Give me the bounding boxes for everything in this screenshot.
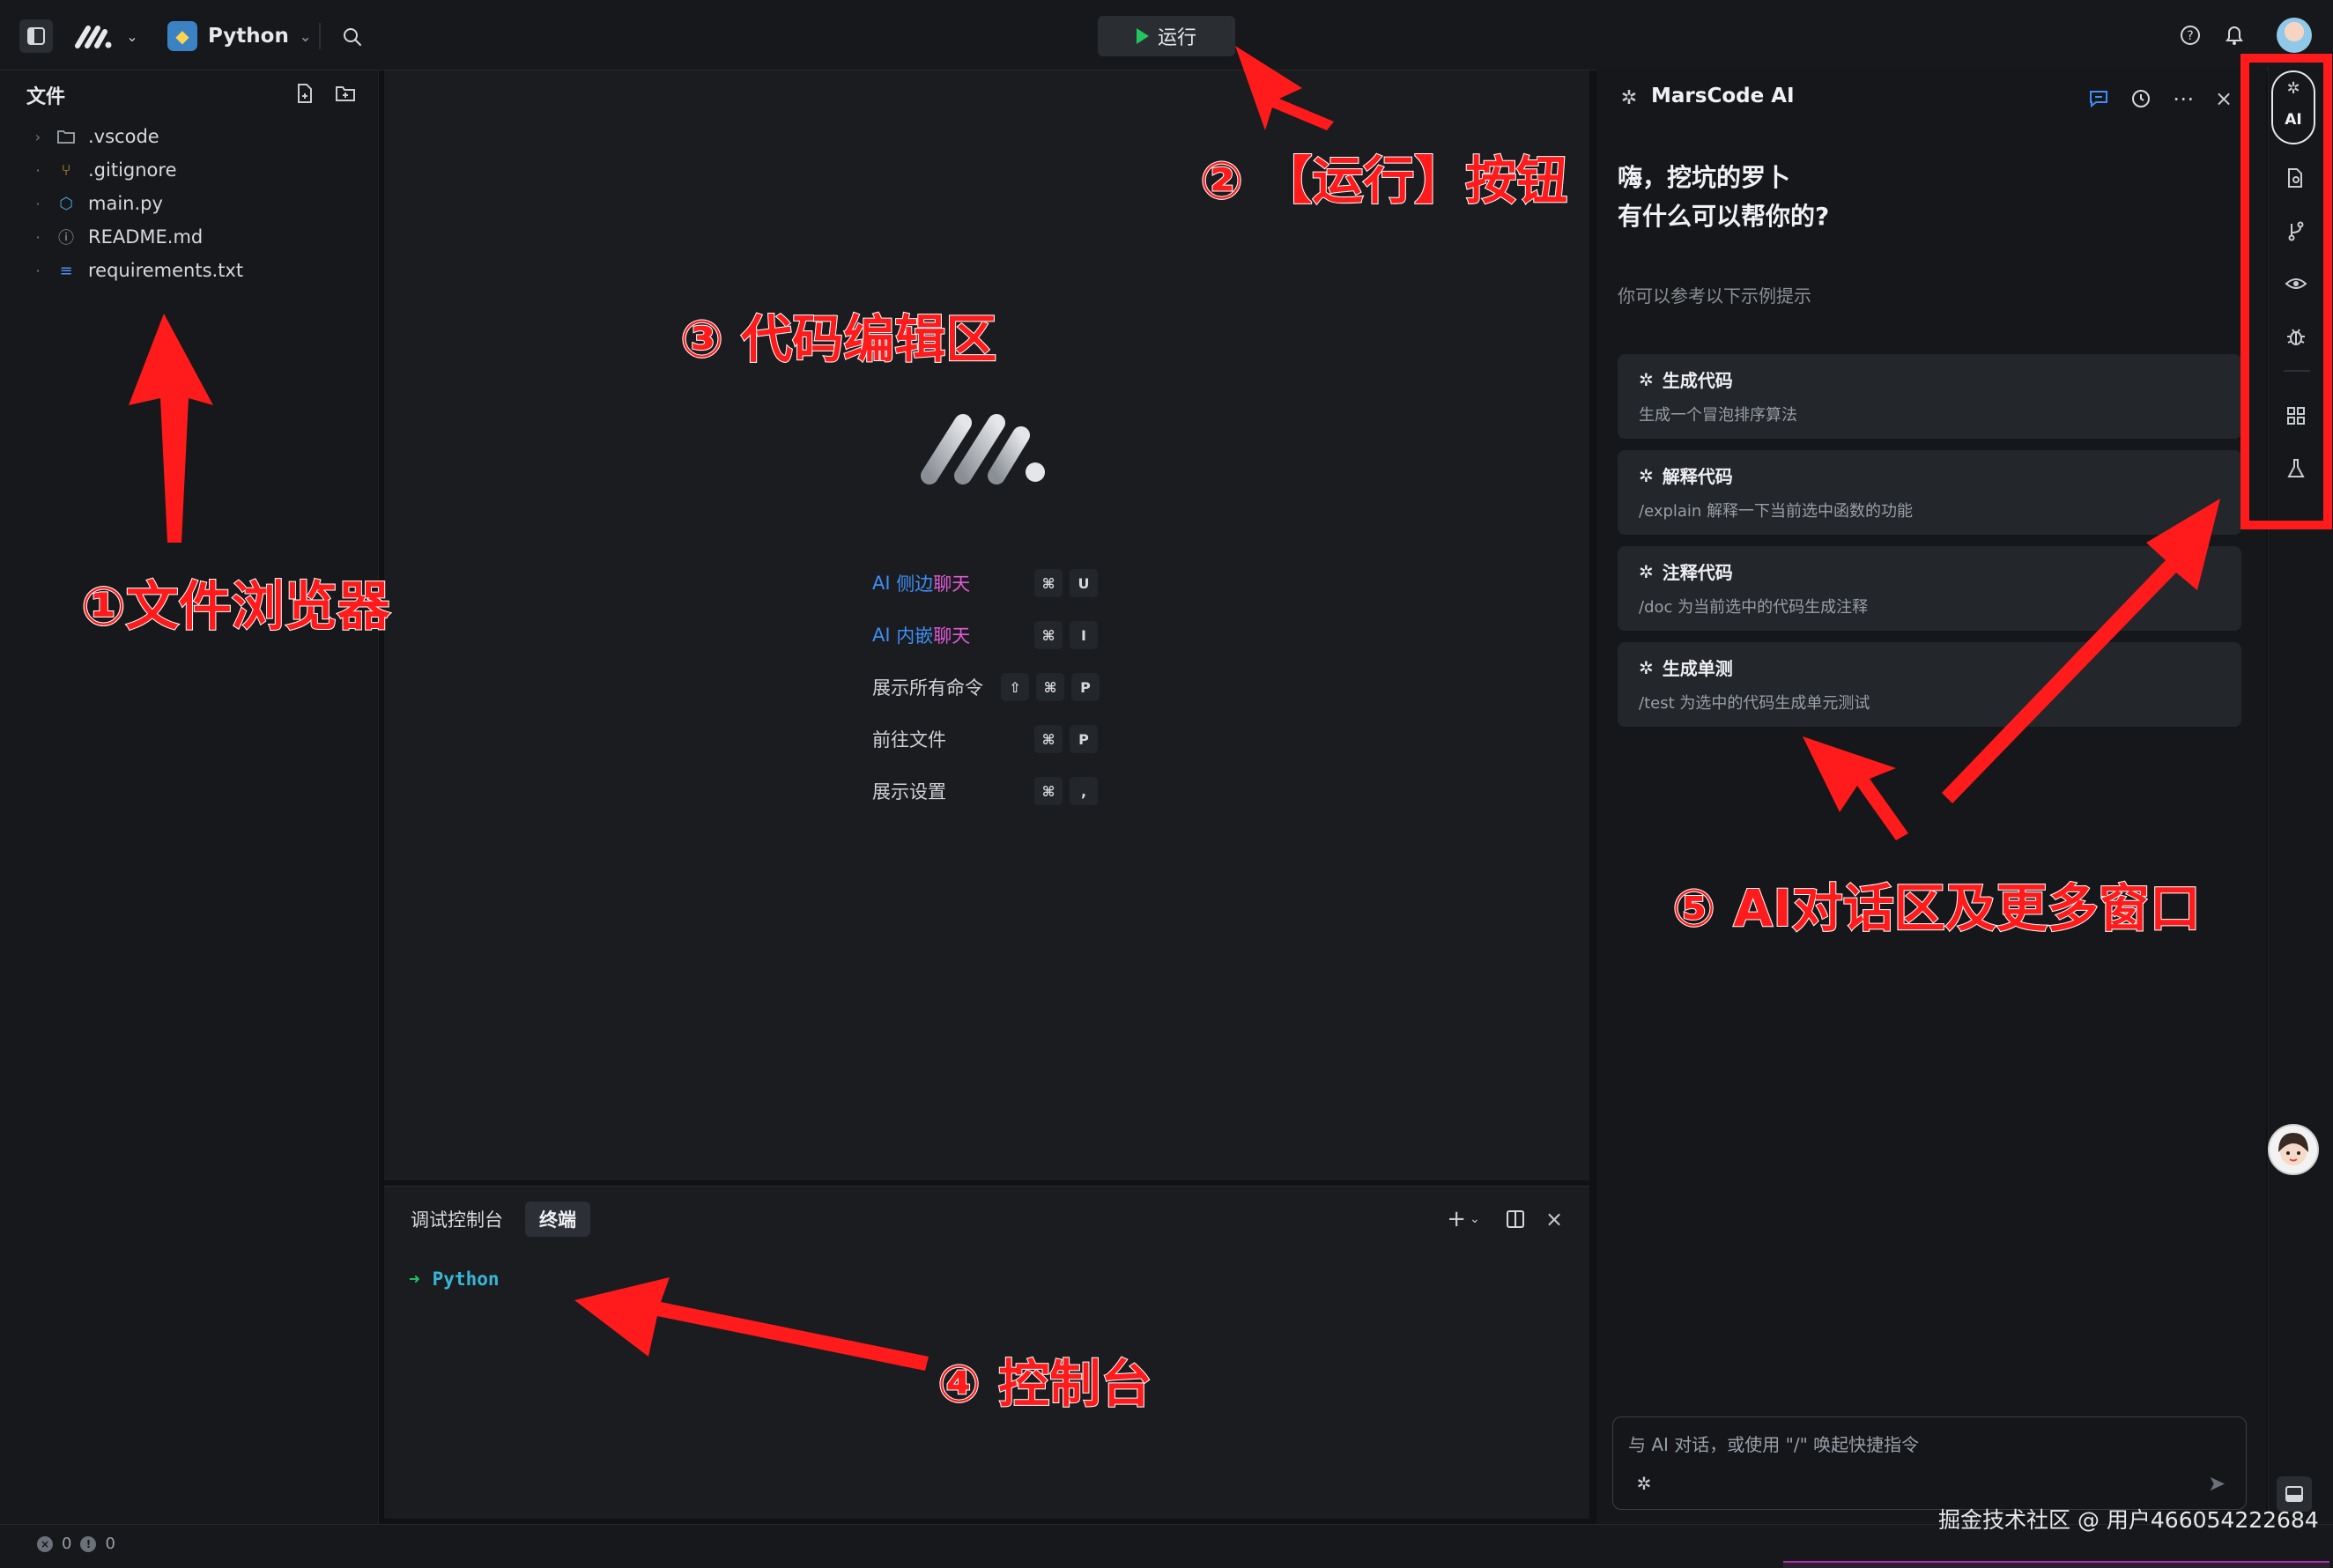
annotation-arrow xyxy=(1235,46,1334,130)
annotation-label-editor: ③ 代码编辑区 xyxy=(679,308,997,370)
annotation-arrow xyxy=(1942,499,2220,803)
annotation-arrow xyxy=(574,1277,929,1371)
annotation-arrow xyxy=(1803,736,1908,840)
annotation-highlight-box xyxy=(2240,54,2332,529)
annotation-arrow xyxy=(129,314,213,543)
annotation-label-console: ④ 控制台 xyxy=(937,1353,1152,1415)
annotation-overlay xyxy=(129,46,2332,1371)
annotation-label-ai-panel: ⑤ AI对话区及更多窗口 xyxy=(1671,877,2202,939)
annotation-label-file-browser: ①文件浏览器 xyxy=(80,575,391,639)
annotation-arrows xyxy=(129,46,2220,1371)
annotation-label-run-button: ② 【运行】按钮 xyxy=(1199,150,1568,211)
watermark: 掘金技术社区 @ 用户466054222684 xyxy=(1938,1507,2319,1533)
